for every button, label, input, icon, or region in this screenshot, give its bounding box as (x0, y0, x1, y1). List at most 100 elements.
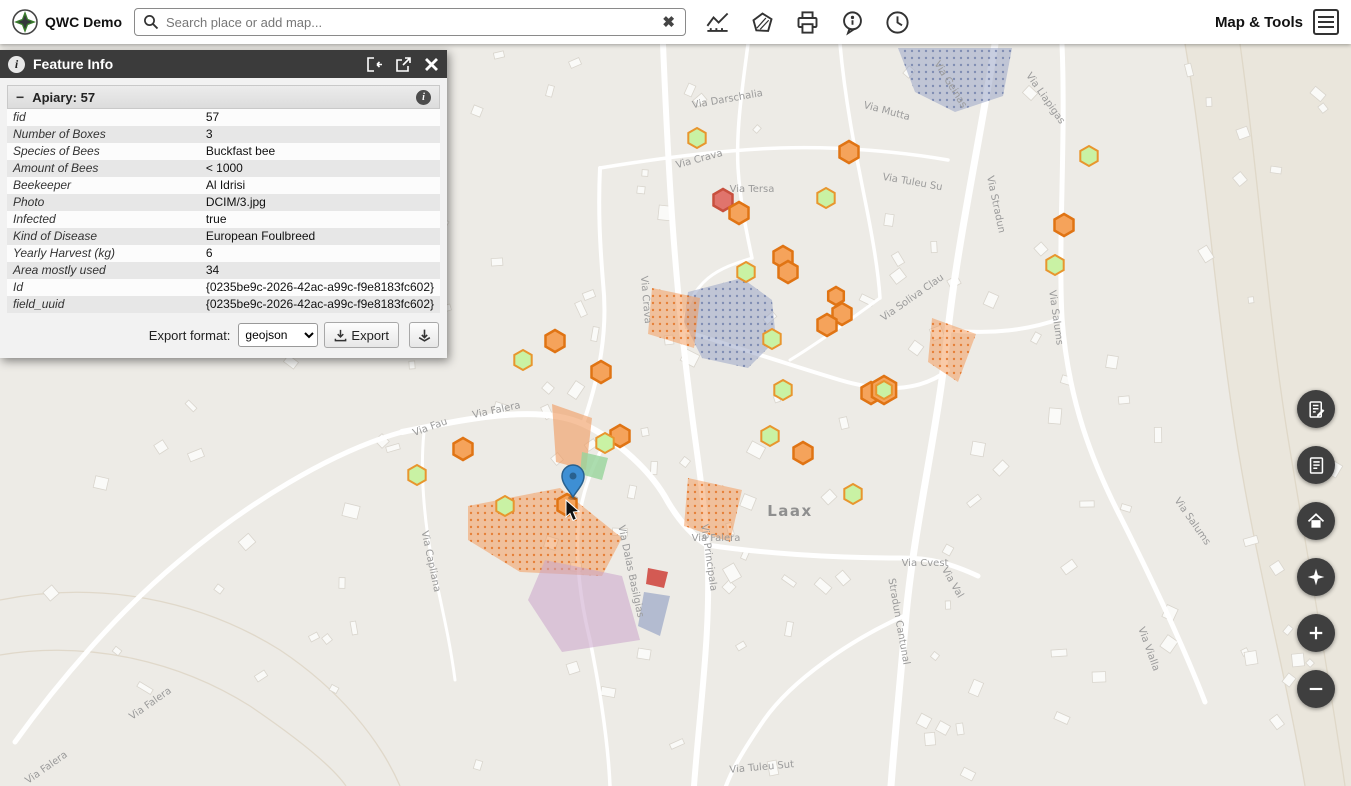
export-alt-icon (417, 328, 432, 343)
report-button[interactable] (1297, 390, 1335, 428)
attribute-value: 57 (200, 109, 440, 126)
town-label: Laax (767, 502, 812, 520)
apiary-marker-green[interactable] (737, 262, 754, 282)
print-button[interactable] (792, 7, 822, 37)
apiary-marker-green[interactable] (496, 496, 513, 516)
attribute-row: BeekeeperAl Idrisi (7, 177, 440, 194)
hamburger-icon (1318, 16, 1334, 18)
apiary-marker-orange[interactable] (779, 261, 798, 283)
dock-window-icon[interactable] (366, 56, 383, 73)
attribute-label: Yearly Harvest (kg) (7, 245, 200, 262)
attribute-value: Al Idrisi (200, 177, 440, 194)
attribute-label: Number of Boxes (7, 126, 200, 143)
zoom-out-button[interactable] (1297, 670, 1335, 708)
attribute-row: Infectedtrue (7, 211, 440, 228)
apiary-marker-green[interactable] (817, 188, 834, 208)
search-clear-icon[interactable]: ✖ (660, 15, 677, 30)
close-icon[interactable] (424, 57, 439, 72)
attribute-value: < 1000 (200, 160, 440, 177)
apiary-marker-green[interactable] (1046, 255, 1063, 275)
download-icon (334, 329, 347, 342)
time-button[interactable] (882, 7, 912, 37)
apiary-marker-orange[interactable] (1055, 214, 1074, 236)
search-icon (143, 14, 159, 30)
attribute-row: Yearly Harvest (kg)6 (7, 245, 440, 262)
apiary-marker-green[interactable] (761, 426, 778, 446)
apiary-marker-orange[interactable] (730, 202, 749, 224)
top-bar: QWC Demo ✖ (0, 0, 1351, 44)
attribute-row: Area mostly used34 (7, 262, 440, 279)
attribute-value: Buckfast bee (200, 143, 440, 160)
attribute-row: Species of BeesBuckfast bee (7, 143, 440, 160)
apiary-marker-green[interactable] (844, 484, 861, 504)
app-menu-button[interactable] (1313, 9, 1339, 35)
attribute-label: fid (7, 109, 200, 126)
collapse-icon[interactable]: − (16, 90, 24, 104)
apiary-marker-green[interactable] (688, 128, 705, 148)
attribute-label: Kind of Disease (7, 228, 200, 245)
document-icon (1307, 456, 1326, 475)
apiary-marker-orange[interactable] (454, 438, 473, 460)
apiary-marker-green[interactable] (596, 433, 613, 453)
feature-info-icon[interactable]: i (416, 90, 431, 105)
export-format-select[interactable]: geojson (238, 323, 318, 347)
attribute-row: Number of Boxes3 (7, 126, 440, 143)
apiary-marker-green[interactable] (514, 350, 531, 370)
apiary-marker-green[interactable] (876, 381, 892, 399)
apiary-marker-orange[interactable] (840, 141, 859, 163)
top-right-menu: Map & Tools (1215, 9, 1351, 35)
document-button[interactable] (1297, 446, 1335, 484)
road-label: Via Cvest (902, 558, 949, 569)
apiary-marker-orange[interactable] (818, 314, 837, 336)
road-label: Via Tersa (730, 184, 775, 195)
toolbar (702, 7, 912, 37)
attribute-row: field_uuid{0235be9c-2026-42ac-a99c-f9e81… (7, 296, 440, 313)
info-icon: i (8, 56, 25, 73)
identify-icon (839, 9, 866, 36)
feature-title: Apiary: 57 (32, 90, 408, 105)
attribute-row: Kind of DiseaseEuropean Foulbreed (7, 228, 440, 245)
apiary-marker-green[interactable] (763, 329, 780, 349)
feature-info-header[interactable]: i Feature Info (0, 50, 447, 78)
print-icon (794, 9, 821, 36)
sketch-icon (749, 9, 776, 36)
home-button[interactable] (1297, 502, 1335, 540)
sketch-button[interactable] (747, 7, 777, 37)
export-button[interactable]: Export (324, 322, 399, 348)
attribute-value: 3 (200, 126, 440, 143)
zoom-in-button[interactable] (1297, 614, 1335, 652)
attribute-label: Id (7, 279, 200, 296)
app-logo: QWC Demo (0, 9, 134, 35)
zoom-in-icon (1306, 623, 1326, 643)
apiary-marker-orange[interactable] (794, 442, 813, 464)
measure-button[interactable] (702, 7, 732, 37)
measure-icon (704, 9, 731, 36)
attribute-label: Photo (7, 194, 200, 211)
apiary-marker-green[interactable] (774, 380, 791, 400)
attribute-value: {0235be9c-2026-42ac-a99c-f9e8183fc602} (200, 279, 440, 296)
attribute-row: PhotoDCIM/3.jpg (7, 194, 440, 211)
time-icon (884, 9, 911, 36)
road-label: Via Falera (692, 533, 741, 544)
apiary-marker-green[interactable] (1080, 146, 1097, 166)
apiary-marker-green[interactable] (408, 465, 425, 485)
identify-button[interactable] (837, 7, 867, 37)
search-input[interactable] (166, 15, 653, 30)
attribute-value: true (200, 211, 440, 228)
detach-window-icon[interactable] (395, 56, 412, 73)
attribute-value: 6 (200, 245, 440, 262)
apiary-marker-orange[interactable] (592, 361, 611, 383)
export-alt-button[interactable] (409, 322, 439, 348)
apiary-marker-orange[interactable] (546, 330, 565, 352)
feature-section-header[interactable]: − Apiary: 57 i (7, 85, 440, 109)
map-controls (1297, 390, 1335, 708)
attribute-label: Area mostly used (7, 262, 200, 279)
locate-icon (1306, 567, 1326, 587)
attribute-label: field_uuid (7, 296, 200, 313)
attribute-value: European Foulbreed (200, 228, 440, 245)
attribute-label: Beekeeper (7, 177, 200, 194)
home-icon (1306, 511, 1326, 531)
attribute-label: Infected (7, 211, 200, 228)
locate-button[interactable] (1297, 558, 1335, 596)
feature-info-panel: i Feature Info − Apiary: 57 i (0, 50, 447, 358)
